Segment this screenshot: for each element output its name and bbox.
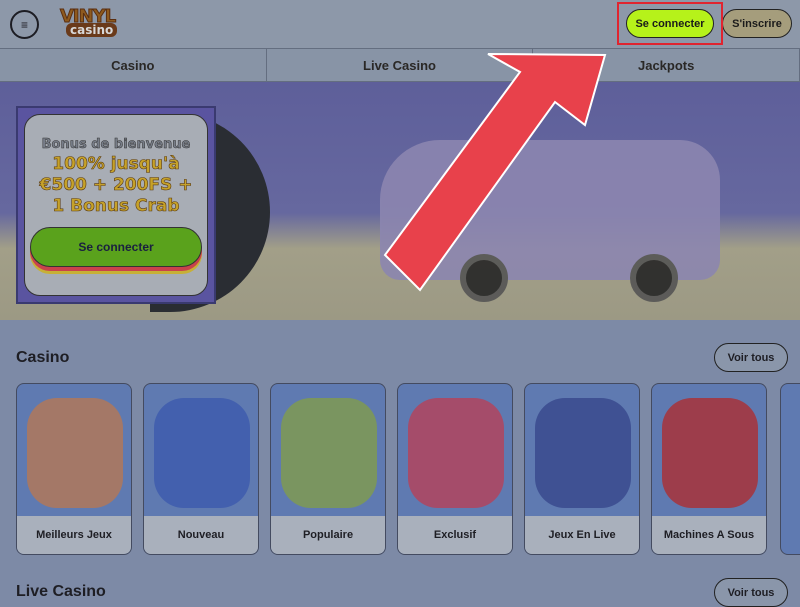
login-highlight-box bbox=[617, 2, 723, 45]
pointer-arrow-icon bbox=[383, 53, 607, 292]
